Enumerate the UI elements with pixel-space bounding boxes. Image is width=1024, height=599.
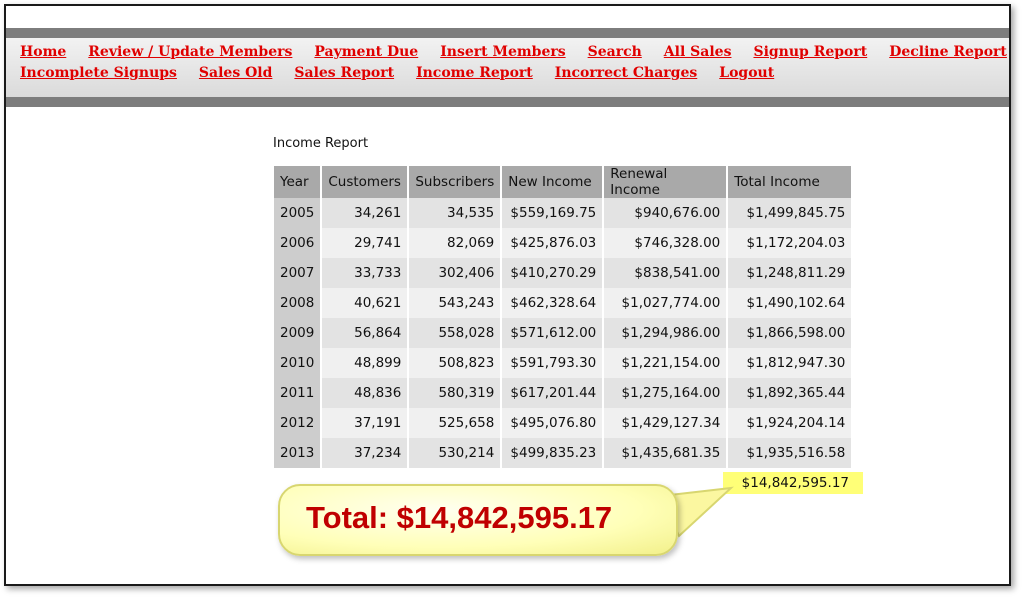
table-row: 2006 29,741 82,069 $425,876.03 $746,328.00 $1…: [274, 228, 854, 258]
cell-year: 2007: [274, 258, 323, 288]
nav-link-logout[interactable]: Logout: [719, 65, 774, 86]
nav-link-home[interactable]: Home: [20, 44, 66, 65]
cell-year: 2011: [274, 378, 323, 408]
cell-total-income: $1,248,811.29: [728, 258, 854, 288]
cell-renewal-income: $746,328.00: [604, 228, 729, 258]
cell-customers: 56,864: [322, 318, 410, 348]
cell-customers: 40,621: [322, 288, 410, 318]
table-row: 2007 33,733 302,406 $410,270.29 $838,541.00 $…: [274, 258, 854, 288]
cell-customers: 48,899: [322, 348, 410, 378]
cell-new-income: $495,076.80: [502, 408, 605, 438]
cell-year: 2010: [274, 348, 323, 378]
cell-year: 2005: [274, 198, 323, 228]
cell-renewal-income: $1,435,681.35: [604, 438, 729, 468]
nav-link-all-sales[interactable]: All Sales: [664, 44, 732, 65]
screenshot-frame: Home Review / Update Members Payment Due…: [4, 4, 1011, 586]
cell-subscribers: 34,535: [409, 198, 503, 228]
cell-customers: 48,836: [322, 378, 410, 408]
cell-year: 2008: [274, 288, 323, 318]
cell-new-income: $462,328.64: [502, 288, 605, 318]
column-header-new-income: New Income: [502, 166, 605, 198]
cell-total-income: $1,866,598.00: [728, 318, 854, 348]
cell-subscribers: 558,028: [409, 318, 503, 348]
table-row: 2008 40,621 543,243 $462,328.64 $1,027,774.0…: [274, 288, 854, 318]
nav-link-sales-report[interactable]: Sales Report: [294, 65, 394, 86]
cell-subscribers: 508,823: [409, 348, 503, 378]
cell-renewal-income: $940,676.00: [604, 198, 729, 228]
table-header-row: Year Customers Subscribers New Income Re…: [274, 166, 854, 198]
cell-year: 2012: [274, 408, 323, 438]
main-navigation: Home Review / Update Members Payment Due…: [20, 44, 1007, 86]
callout-total-text: Total: $14,842,595.17: [306, 500, 613, 535]
nav-link-payment-due[interactable]: Payment Due: [314, 44, 418, 65]
cell-total-income: $1,499,845.75: [728, 198, 854, 228]
cell-subscribers: 543,243: [409, 288, 503, 318]
column-header-subscribers: Subscribers: [409, 166, 503, 198]
cell-subscribers: 525,658: [409, 408, 503, 438]
cell-customers: 37,191: [322, 408, 410, 438]
cell-renewal-income: $1,294,986.00: [604, 318, 729, 348]
cell-renewal-income: $838,541.00: [604, 258, 729, 288]
column-header-total-income: Total Income: [728, 166, 854, 198]
cell-year: 2006: [274, 228, 323, 258]
cell-year: 2013: [274, 438, 323, 468]
cell-year: 2009: [274, 318, 323, 348]
column-header-year: Year: [274, 166, 323, 198]
cell-new-income: $410,270.29: [502, 258, 605, 288]
cell-customers: 33,733: [322, 258, 410, 288]
cell-customers: 37,234: [322, 438, 410, 468]
cell-total-income: $1,935,516.58: [728, 438, 854, 468]
nav-top-border: [6, 28, 1009, 38]
cell-new-income: $617,201.44: [502, 378, 605, 408]
nav-link-incorrect-charges[interactable]: Incorrect Charges: [555, 65, 697, 86]
nav-row-1: Home Review / Update Members Payment Due…: [20, 44, 1007, 65]
table-row: 2005 34,261 34,535 $559,169.75 $940,676.00 $1…: [274, 198, 854, 228]
nav-link-income-report[interactable]: Income Report: [416, 65, 533, 86]
cell-renewal-income: $1,275,164.00: [604, 378, 729, 408]
nav-bottom-border: [6, 97, 1009, 107]
income-table-body: 2005 34,261 34,535 $559,169.75 $940,676.00 $1…: [274, 198, 854, 468]
table-row: 2010 48,899 508,823 $591,793.30 $1,221,154.0…: [274, 348, 854, 378]
cell-new-income: $591,793.30: [502, 348, 605, 378]
cell-total-income: $1,172,204.03: [728, 228, 854, 258]
cell-renewal-income: $1,221,154.00: [604, 348, 729, 378]
nav-link-signup-report[interactable]: Signup Report: [753, 44, 867, 65]
nav-link-decline-report[interactable]: Decline Report: [889, 44, 1007, 65]
table-row: 2009 56,864 558,028 $571,612.00 $1,294,986.0…: [274, 318, 854, 348]
cell-new-income: $571,612.00: [502, 318, 605, 348]
cell-customers: 34,261: [322, 198, 410, 228]
cell-total-income: $1,812,947.30: [728, 348, 854, 378]
cell-total-income: $1,490,102.64: [728, 288, 854, 318]
nav-link-sales-old[interactable]: Sales Old: [199, 65, 272, 86]
cell-new-income: $499,835.23: [502, 438, 605, 468]
report-title: Income Report: [273, 136, 369, 151]
nav-link-insert-members[interactable]: Insert Members: [440, 44, 565, 65]
cell-total-income: $1,892,365.44: [728, 378, 854, 408]
table-row: 2013 37,234 530,214 $499,835.23 $1,435,681.3…: [274, 438, 854, 468]
cell-renewal-income: $1,429,127.34: [604, 408, 729, 438]
cell-customers: 29,741: [322, 228, 410, 258]
cell-subscribers: 302,406: [409, 258, 503, 288]
nav-link-review-update-members[interactable]: Review / Update Members: [88, 44, 292, 65]
cell-new-income: $425,876.03: [502, 228, 605, 258]
nav-link-search[interactable]: Search: [588, 44, 642, 65]
nav-row-2: Incomplete Signups Sales Old Sales Repor…: [20, 65, 1000, 86]
cell-renewal-income: $1,027,774.00: [604, 288, 729, 318]
column-header-customers: Customers: [322, 166, 410, 198]
cell-subscribers: 580,319: [409, 378, 503, 408]
cell-subscribers: 530,214: [409, 438, 503, 468]
grand-total-cell: $14,842,595.17: [723, 472, 863, 494]
cell-subscribers: 82,069: [409, 228, 503, 258]
column-header-renewal-income: Renewal Income: [604, 166, 729, 198]
table-row: 2012 37,191 525,658 $495,076.80 $1,429,127.3…: [274, 408, 854, 438]
nav-link-incomplete-signups[interactable]: Incomplete Signups: [20, 65, 177, 86]
income-table: Year Customers Subscribers New Income Re…: [274, 166, 854, 468]
cell-total-income: $1,924,204.14: [728, 408, 854, 438]
cell-new-income: $559,169.75: [502, 198, 605, 228]
table-row: 2011 48,836 580,319 $617,201.44 $1,275,164.0…: [274, 378, 854, 408]
